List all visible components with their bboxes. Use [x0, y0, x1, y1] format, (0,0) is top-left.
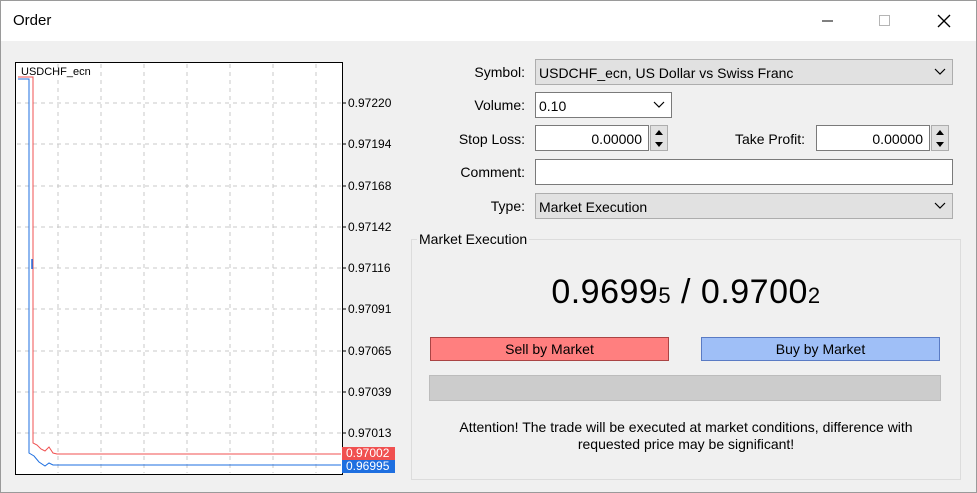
arrow-up-icon [936, 129, 944, 135]
chevron-down-icon [934, 202, 946, 209]
arrow-down-icon [655, 141, 663, 147]
stop-loss-up-button[interactable] [651, 127, 667, 137]
minimize-button[interactable] [805, 1, 851, 41]
take-profit-input[interactable]: 0.00000 [816, 125, 930, 151]
maximize-icon [879, 15, 890, 26]
price-tick: 0.97194 [348, 137, 392, 151]
title-bar: Order [1, 1, 976, 41]
close-button[interactable] [921, 1, 967, 41]
volume-label: Volume: [474, 97, 525, 113]
ask-price-pip: 2 [807, 283, 821, 308]
type-label: Type: [490, 198, 525, 214]
price-tick: 0.97116 [348, 261, 391, 275]
take-profit-stepper[interactable] [931, 125, 949, 151]
price-tick: 0.97013 [348, 426, 392, 440]
volume-combobox[interactable]: 0.10 [535, 92, 672, 118]
price-tick: 0.97039 [348, 385, 392, 399]
arrow-down-icon [936, 141, 944, 147]
market-execution-group-title: Market Execution [417, 231, 530, 247]
order-window: Order USDCHF_ecn 0.97220 0.97194 0.97168… [0, 0, 977, 493]
symbol-select[interactable]: USDCHF_ecn, US Dollar vs Swiss Franc [535, 59, 953, 85]
price-tick: 0.97220 [348, 96, 392, 110]
stop-loss-label: Stop Loss: [458, 131, 525, 147]
chevron-down-icon [934, 68, 946, 75]
buy-by-market-button[interactable]: Buy by Market [701, 337, 940, 361]
type-select[interactable]: Market Execution [535, 193, 953, 219]
take-profit-up-button[interactable] [932, 127, 948, 137]
attention-line: Attention! The trade will be executed at… [459, 419, 913, 435]
bid-price-pip: 5 [658, 283, 672, 308]
symbol-label: Symbol: [474, 64, 525, 80]
bid-price-main: 0.9699 [551, 273, 659, 311]
attention-line: requested price may be significant! [577, 436, 795, 452]
stop-loss-down-button[interactable] [651, 139, 667, 149]
sell-by-market-button[interactable]: Sell by Market [430, 337, 669, 361]
price-tick: 0.97142 [348, 220, 392, 234]
price-tick: 0.97168 [348, 179, 392, 193]
minimize-icon [822, 20, 833, 22]
bid-ask-quote: 0.96995 / 0.97002 [411, 273, 961, 312]
bid-price-marker: 0.96995 [342, 460, 395, 473]
take-profit-label: Take Profit: [734, 131, 805, 147]
maximize-button[interactable] [862, 1, 908, 41]
attention-message: Attention! The trade will be executed at… [411, 419, 961, 453]
stop-loss-stepper[interactable] [650, 125, 668, 151]
quote-separator: / [671, 273, 701, 311]
tick-chart-canvas [15, 62, 346, 475]
close-icon [937, 14, 951, 28]
arrow-up-icon [655, 129, 663, 135]
chevron-down-icon [653, 101, 665, 108]
symbol-select-value: USDCHF_ecn, US Dollar vs Swiss Franc [539, 65, 794, 81]
comment-input[interactable] [535, 159, 953, 185]
chart-symbol-label: USDCHF_ecn [21, 66, 91, 78]
volume-value: 0.10 [539, 98, 567, 114]
take-profit-value: 0.00000 [872, 131, 923, 147]
stop-loss-input[interactable]: 0.00000 [535, 125, 649, 151]
type-select-value: Market Execution [539, 199, 648, 215]
price-tick: 0.97091 [348, 302, 392, 316]
execution-progress-bar [429, 375, 941, 401]
stop-loss-value: 0.00000 [591, 131, 642, 147]
take-profit-down-button[interactable] [932, 139, 948, 149]
price-tick: 0.97065 [348, 344, 392, 358]
comment-label: Comment: [460, 164, 525, 180]
window-title: Order [13, 12, 52, 29]
ask-price-main: 0.9700 [700, 273, 808, 311]
